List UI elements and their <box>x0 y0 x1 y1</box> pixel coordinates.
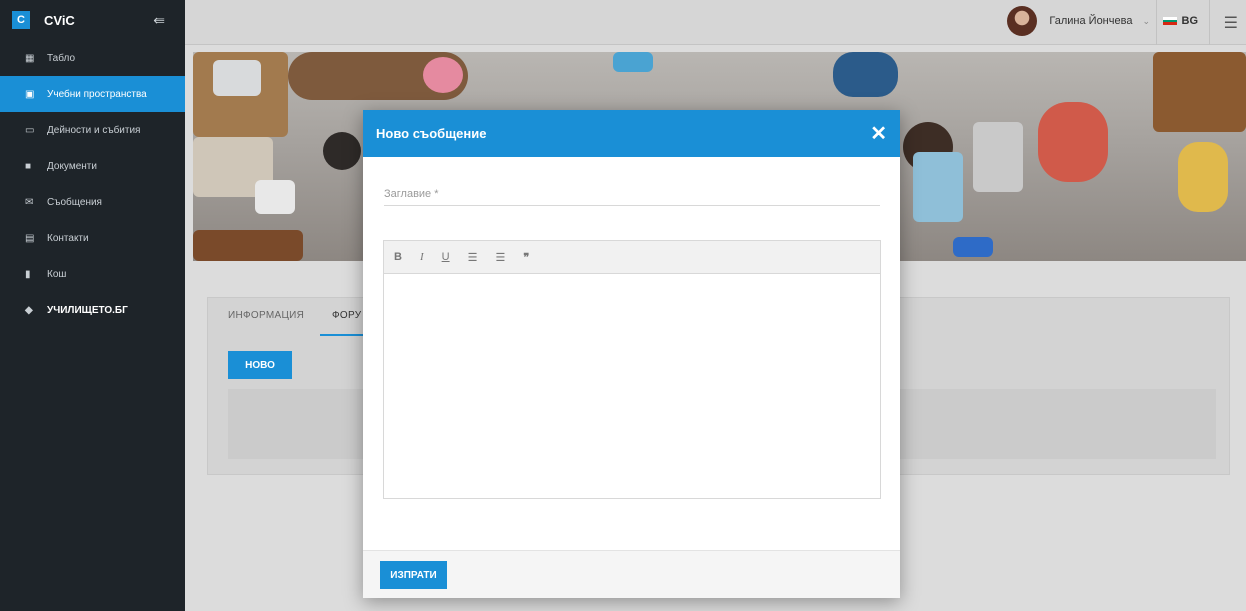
sidebar-item-learning-spaces[interactable]: ▣ Учебни пространства <box>0 76 185 112</box>
chevron-down-icon[interactable]: ⌄ <box>1142 16 1150 27</box>
language-label: BG <box>1181 15 1199 27</box>
collapse-left-icon[interactable]: ⇚ <box>153 12 165 29</box>
top-bar: Галина Йончева ⌄ BG ☰ <box>185 0 1246 45</box>
language-selector[interactable]: BG <box>1162 15 1199 27</box>
sidebar: C CViC ⇚ ▦ Табло ▣ Учебни пространства ▭… <box>0 0 185 611</box>
sidebar-item-label: Контакти <box>47 232 89 244</box>
bulgarian-flag-icon <box>1162 17 1177 26</box>
quote-icon[interactable]: ❞ <box>523 251 529 264</box>
message-editor[interactable]: B I U ☰ ☰ ❞ <box>383 240 881 499</box>
sidebar-item-dashboard[interactable]: ▦ Табло <box>0 40 185 76</box>
send-button[interactable]: ИЗПРАТИ <box>380 561 447 589</box>
brand-bar: C CViC ⇚ <box>0 0 185 40</box>
new-message-dialog: Ново съобщение ✕ Заглавие * B I U ☰ ☰ ❞ … <box>363 110 900 598</box>
user-menu[interactable]: Галина Йончева ⌄ <box>1007 6 1150 36</box>
sidebar-item-school-bg[interactable]: ◆ УЧИЛИЩЕТО.БГ <box>0 292 185 328</box>
school-icon: ▣ <box>25 88 35 100</box>
tab-forum[interactable]: ФОРУ <box>332 310 361 321</box>
calendar-icon: ▭ <box>25 124 35 136</box>
sidebar-item-label: Дейности и събития <box>47 124 141 136</box>
user-name[interactable]: Галина Йончева <box>1049 15 1132 27</box>
avatar[interactable] <box>1007 6 1038 36</box>
sidebar-item-contacts[interactable]: ▤ Контакти <box>0 220 185 256</box>
close-icon[interactable]: ✕ <box>870 121 887 146</box>
envelope-icon: ✉ <box>25 196 34 208</box>
sidebar-item-label: Табло <box>47 52 76 64</box>
trash-icon: ▮ <box>25 268 31 280</box>
menu-list-icon[interactable]: ☰ <box>1224 13 1238 33</box>
dialog-title: Ново съобщение <box>376 126 487 141</box>
bulleted-list-icon[interactable]: ☰ <box>468 251 478 264</box>
dialog-header: Ново съобщение ✕ <box>363 110 900 157</box>
divider <box>1156 0 1157 45</box>
tab-information[interactable]: ИНФОРМАЦИЯ <box>228 310 304 321</box>
contact-card-icon: ▤ <box>25 232 35 244</box>
sidebar-item-trash[interactable]: ▮ Кош <box>0 256 185 292</box>
numbered-list-icon[interactable]: ☰ <box>495 251 505 264</box>
italic-icon[interactable]: I <box>420 251 424 263</box>
sidebar-item-label: Кош <box>47 268 67 280</box>
sidebar-item-messages[interactable]: ✉ Съобщения <box>0 184 185 220</box>
dialog-footer: ИЗПРАТИ <box>363 550 900 598</box>
new-button[interactable]: НОВО <box>228 351 292 379</box>
graduation-cap-icon: ◆ <box>25 304 33 316</box>
sidebar-item-label: УЧИЛИЩЕТО.БГ <box>47 304 128 316</box>
sidebar-item-label: Съобщения <box>47 196 102 208</box>
brand-logo[interactable]: C <box>12 11 30 29</box>
editor-toolbar: B I U ☰ ☰ ❞ <box>384 241 880 274</box>
underline-icon[interactable]: U <box>442 251 450 263</box>
sidebar-item-documents[interactable]: ■ Документи <box>0 148 185 184</box>
subject-input[interactable]: Заглавие * <box>384 188 880 206</box>
sidebar-item-label: Учебни пространства <box>47 88 147 100</box>
grid-icon: ▦ <box>25 52 35 64</box>
sidebar-item-label: Документи <box>47 160 97 172</box>
sidebar-item-activities[interactable]: ▭ Дейности и събития <box>0 112 185 148</box>
folder-icon: ■ <box>25 160 32 172</box>
divider <box>1209 0 1210 45</box>
bold-icon[interactable]: B <box>394 251 402 263</box>
brand-name[interactable]: CViC <box>44 13 75 28</box>
